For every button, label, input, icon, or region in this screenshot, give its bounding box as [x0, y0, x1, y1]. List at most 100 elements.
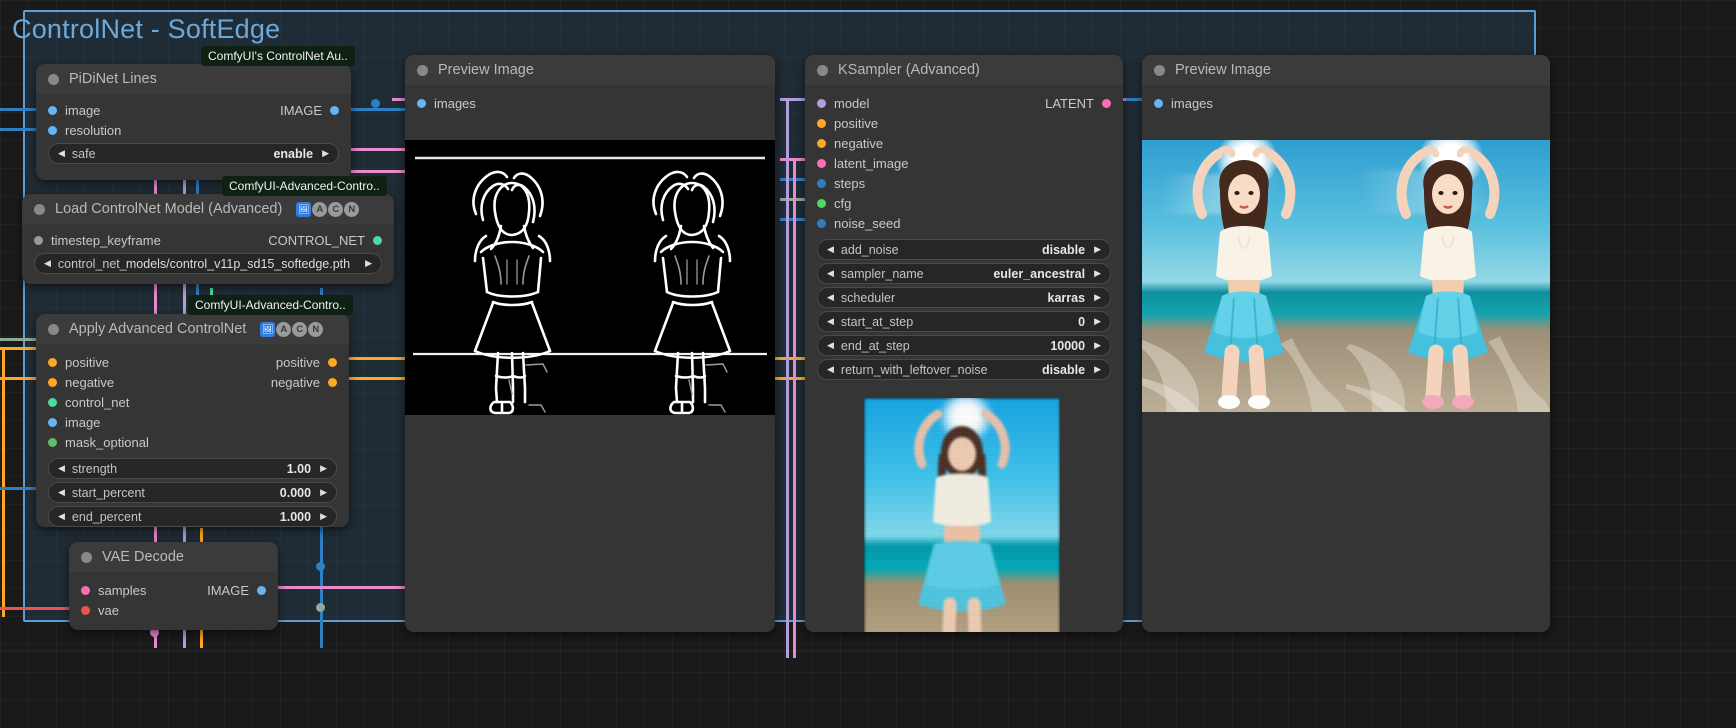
port-row[interactable]: control_net [36, 392, 349, 412]
port-row[interactable]: positive [805, 113, 1123, 133]
decrement-arrow-icon[interactable]: ◀ [827, 365, 834, 374]
widget-safe[interactable]: ◀ safe enable ▶ [48, 143, 339, 164]
node-preview-image-edges[interactable]: Preview Image images [405, 55, 775, 632]
decrement-arrow-icon[interactable]: ◀ [827, 293, 834, 302]
input-port-dot[interactable] [1154, 98, 1163, 108]
port-row[interactable]: negative negative [36, 372, 349, 392]
increment-arrow-icon[interactable]: ▶ [1094, 269, 1101, 278]
increment-arrow-icon[interactable]: ▶ [1094, 317, 1101, 326]
widget-scheduler[interactable]: ◀ scheduler karras ▶ [817, 287, 1111, 308]
collapse-icon[interactable] [817, 64, 828, 76]
node-ksampler-advanced[interactable]: KSampler (Advanced) model LATENT positiv… [805, 55, 1123, 632]
node-title-bar[interactable]: Load ControlNet Model (Advanced) 🖼 A C N [22, 194, 394, 224]
increment-arrow-icon[interactable]: ▶ [320, 464, 327, 473]
input-port-dot[interactable] [817, 198, 826, 208]
latent-preview-image[interactable] [864, 398, 1060, 632]
port-row[interactable]: vae [69, 600, 278, 620]
widget-add-noise[interactable]: ◀ add_noise disable ▶ [817, 239, 1111, 260]
port-row[interactable]: samples IMAGE [69, 580, 278, 600]
output-port-dot[interactable] [373, 235, 382, 245]
input-port-dot[interactable] [817, 118, 826, 128]
increment-arrow-icon[interactable]: ▶ [320, 512, 327, 521]
node-preview-image-results[interactable]: Preview Image images [1142, 55, 1550, 632]
node-apply-advanced-controlnet[interactable]: Apply Advanced ControlNet 🖼 A C N positi… [36, 314, 349, 527]
decrement-arrow-icon[interactable]: ◀ [58, 512, 65, 521]
preview-image-edgemap[interactable] [405, 140, 775, 415]
result-image-2[interactable] [1346, 140, 1550, 412]
collapse-icon[interactable] [48, 73, 59, 85]
increment-arrow-icon[interactable]: ▶ [1094, 245, 1101, 254]
widget-control-net-name[interactable]: ◀ control_net_ models/control_v11p_sd15_… [34, 253, 382, 274]
widget-sampler-name[interactable]: ◀ sampler_name euler_ancestral ▶ [817, 263, 1111, 284]
widget-strength[interactable]: ◀ strength 1.00 ▶ [48, 458, 337, 479]
node-graph-canvas[interactable]: ControlNet - SoftEdge PiDiNet Lines imag… [0, 0, 1736, 728]
node-title-bar[interactable]: VAE Decode [69, 542, 278, 572]
output-port-dot[interactable] [330, 105, 339, 115]
increment-arrow-icon[interactable]: ▶ [1094, 293, 1101, 302]
node-pidinet-lines[interactable]: PiDiNet Lines image IMAGE resolution ◀ s… [36, 64, 351, 180]
port-row[interactable]: cfg [805, 193, 1123, 213]
collapse-icon[interactable] [1154, 64, 1165, 76]
input-port-dot[interactable] [48, 105, 57, 115]
widget-start-at-step[interactable]: ◀ start_at_step 0 ▶ [817, 311, 1111, 332]
output-port-dot[interactable] [328, 377, 337, 387]
decrement-arrow-icon[interactable]: ◀ [58, 149, 65, 158]
increment-arrow-icon[interactable]: ▶ [1094, 341, 1101, 350]
input-port-dot[interactable] [48, 437, 57, 447]
port-row[interactable]: positive positive [36, 352, 349, 372]
increment-arrow-icon[interactable]: ▶ [322, 149, 329, 158]
result-image-1[interactable] [1142, 140, 1346, 412]
node-title-bar[interactable]: KSampler (Advanced) [805, 55, 1123, 85]
node-load-controlnet-model-advanced[interactable]: Load ControlNet Model (Advanced) 🖼 A C N… [22, 194, 394, 284]
port-row[interactable]: images [405, 91, 775, 115]
decrement-arrow-icon[interactable]: ◀ [44, 259, 51, 268]
port-row[interactable]: steps [805, 173, 1123, 193]
input-port-dot[interactable] [817, 98, 826, 108]
port-row[interactable]: timestep_keyframe CONTROL_NET [22, 230, 394, 250]
input-port-dot[interactable] [48, 125, 57, 135]
input-port-dot[interactable] [48, 417, 57, 427]
collapse-icon[interactable] [81, 551, 92, 563]
collapse-icon[interactable] [417, 64, 428, 76]
input-port-dot[interactable] [417, 98, 426, 108]
node-title-bar[interactable]: Preview Image [1142, 55, 1550, 85]
input-port-dot[interactable] [817, 158, 826, 168]
port-row[interactable]: resolution [36, 120, 351, 140]
widget-end-percent[interactable]: ◀ end_percent 1.000 ▶ [48, 506, 337, 527]
port-row[interactable]: image [36, 412, 349, 432]
widget-end-at-step[interactable]: ◀ end_at_step 10000 ▶ [817, 335, 1111, 356]
port-row[interactable]: noise_seed [805, 213, 1123, 233]
input-port-dot[interactable] [81, 585, 90, 595]
input-port-dot[interactable] [817, 178, 826, 188]
collapse-icon[interactable] [48, 323, 59, 335]
input-port-dot[interactable] [48, 357, 57, 367]
output-port-dot[interactable] [257, 585, 266, 595]
port-row[interactable]: model LATENT [805, 93, 1123, 113]
output-port-dot[interactable] [328, 357, 337, 367]
port-row[interactable]: images [1142, 91, 1550, 115]
input-port-dot[interactable] [81, 605, 90, 615]
port-row[interactable]: image IMAGE [36, 100, 351, 120]
node-title-bar[interactable]: Preview Image [405, 55, 775, 85]
node-title-bar[interactable]: PiDiNet Lines [36, 64, 351, 94]
increment-arrow-icon[interactable]: ▶ [1094, 365, 1101, 374]
widget-return-with-leftover-noise[interactable]: ◀ return_with_leftover_noise disable ▶ [817, 359, 1111, 380]
decrement-arrow-icon[interactable]: ◀ [827, 341, 834, 350]
node-vae-decode[interactable]: VAE Decode samples IMAGE vae [69, 542, 278, 630]
port-row[interactable]: negative [805, 133, 1123, 153]
widget-start-percent[interactable]: ◀ start_percent 0.000 ▶ [48, 482, 337, 503]
input-port-dot[interactable] [48, 397, 57, 407]
decrement-arrow-icon[interactable]: ◀ [827, 317, 834, 326]
collapse-icon[interactable] [34, 203, 45, 215]
port-row[interactable]: mask_optional [36, 432, 349, 452]
decrement-arrow-icon[interactable]: ◀ [827, 269, 834, 278]
decrement-arrow-icon[interactable]: ◀ [58, 488, 65, 497]
port-row[interactable]: latent_image [805, 153, 1123, 173]
input-port-dot[interactable] [817, 138, 826, 148]
increment-arrow-icon[interactable]: ▶ [365, 259, 372, 268]
input-port-dot[interactable] [34, 235, 43, 245]
decrement-arrow-icon[interactable]: ◀ [827, 245, 834, 254]
increment-arrow-icon[interactable]: ▶ [320, 488, 327, 497]
input-port-dot[interactable] [48, 377, 57, 387]
input-port-dot[interactable] [817, 218, 826, 228]
